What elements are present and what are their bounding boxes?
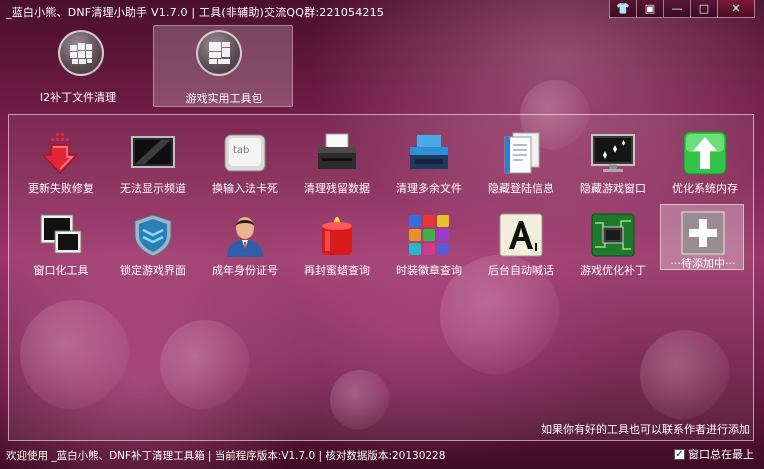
menu-button[interactable]: ▣	[636, 0, 664, 18]
shredder-icon	[315, 131, 359, 175]
tool-clear-files[interactable]: 清理多余文件	[383, 121, 475, 201]
monitor-icon	[131, 131, 175, 175]
person-icon	[223, 213, 267, 257]
tab-key-icon: tab	[223, 131, 267, 175]
app-window: _蓝白小熊、DNF清理小助手 V1.7.0 | 工具(非辅助)交流QQ群:221…	[0, 0, 764, 469]
tool-update-fix[interactable]: 更新失败修复	[15, 121, 107, 201]
tool-add-placeholder[interactable]: ···待添加中···	[660, 204, 744, 270]
chip-icon	[591, 213, 635, 257]
tool-label: 优化系统内存	[672, 182, 738, 195]
status-text: 欢迎使用 _蓝白小熊、DNF补丁清理工具箱 | 当前程序版本:V1.7.0 | …	[6, 450, 446, 462]
font-a-icon	[499, 213, 543, 257]
tool-label: ···待添加中···	[670, 257, 736, 270]
skin-button[interactable]: 👕	[609, 0, 637, 18]
always-on-top-label: 窗口总在最上	[688, 448, 754, 461]
shield-icon	[131, 213, 175, 257]
tool-label: 无法显示频道	[120, 182, 186, 195]
tool-windowed[interactable]: 窗口化工具	[15, 203, 107, 283]
menu-icon: ▣	[644, 2, 656, 15]
maximize-icon: □	[698, 2, 710, 15]
status-bar: 欢迎使用 _蓝白小熊、DNF补丁清理工具箱 | 当前程序版本:V1.7.0 | …	[0, 443, 764, 469]
tab-patch-cleanup[interactable]: I2补丁文件清理	[8, 25, 148, 107]
tool-label: 清理多余文件	[396, 182, 462, 195]
tool-label: 窗口化工具	[33, 264, 89, 277]
documents-icon	[499, 131, 543, 175]
layout-circle-icon	[196, 30, 242, 76]
tool-label: 锁定游戏界面	[120, 264, 186, 277]
close-button[interactable]: ✕	[717, 0, 755, 18]
tool-label: 更新失败修复	[28, 182, 94, 195]
tool-game-patch[interactable]: 游戏优化补丁	[567, 203, 659, 283]
tool-label: 换输入法卡死	[212, 182, 278, 195]
svg-text:tab: tab	[233, 145, 249, 156]
sparkle-monitor-icon	[591, 131, 635, 175]
tool-channel-display[interactable]: 无法显示频道	[107, 121, 199, 201]
shirt-icon: 👕	[616, 2, 630, 15]
tool-label: 游戏优化补丁	[580, 264, 646, 277]
tool-input-method[interactable]: tab 换输入法卡死	[199, 121, 291, 201]
tool-panel: 更新失败修复 无法显示频道 tab 换输入法卡死 清理残留数据 清理多余文件 隐…	[8, 114, 754, 441]
always-on-top-checkbox[interactable]: ✓ 窗口总在最上	[674, 446, 754, 462]
minimize-button[interactable]: —	[663, 0, 691, 18]
grid-circle-icon	[58, 30, 104, 76]
close-icon: ✕	[731, 2, 741, 15]
tool-label: 成年身份证号	[212, 264, 278, 277]
tool-hide-game-window[interactable]: 隐藏游戏窗口	[567, 121, 659, 201]
tool-emblem-query[interactable]: 时装徽章查询	[383, 203, 475, 283]
window-title: _蓝白小熊、DNF清理小助手 V1.7.0 | 工具(非辅助)交流QQ群:221…	[6, 6, 385, 19]
tool-wax-query[interactable]: 再封蜜蜡查询	[291, 203, 383, 283]
tool-label: 清理残留数据	[304, 182, 370, 195]
tool-auto-shout[interactable]: 后台自动喊话	[475, 203, 567, 283]
green-boost-icon	[683, 131, 727, 175]
color-tiles-icon	[407, 213, 451, 257]
tool-optimize-memory[interactable]: 优化系统内存	[659, 121, 751, 201]
red-candle-icon	[315, 213, 359, 257]
tool-clear-residual[interactable]: 清理残留数据	[291, 121, 383, 201]
windows-icon	[39, 213, 83, 257]
tool-lock-ui[interactable]: 锁定游戏界面	[107, 203, 199, 283]
checkbox-box[interactable]: ✓	[674, 448, 685, 460]
tab-game-tools[interactable]: 游戏实用工具包	[153, 25, 293, 107]
download-arrow-icon	[39, 131, 83, 175]
maximize-button[interactable]: □	[690, 0, 718, 18]
title-bar[interactable]: _蓝白小熊、DNF清理小助手 V1.7.0 | 工具(非辅助)交流QQ群:221…	[0, 0, 764, 22]
tool-label: 再封蜜蜡查询	[304, 264, 370, 277]
file-tray-icon	[407, 131, 451, 175]
tool-label: 后台自动喊话	[488, 264, 554, 277]
plus-icon	[681, 211, 725, 255]
tool-label: 隐藏游戏窗口	[580, 182, 646, 195]
contact-hint: 如果你有好的工具也可以联系作者进行添加	[541, 423, 750, 436]
tool-label: 隐藏登陆信息	[488, 182, 554, 195]
minimize-icon: —	[671, 2, 683, 15]
tool-adult-id[interactable]: 成年身份证号	[199, 203, 291, 283]
tab-label: 游戏实用工具包	[185, 92, 263, 105]
tab-label: I2补丁文件清理	[39, 91, 117, 104]
tool-hide-login[interactable]: 隐藏登陆信息	[475, 121, 567, 201]
tool-label: 时装徽章查询	[396, 264, 462, 277]
